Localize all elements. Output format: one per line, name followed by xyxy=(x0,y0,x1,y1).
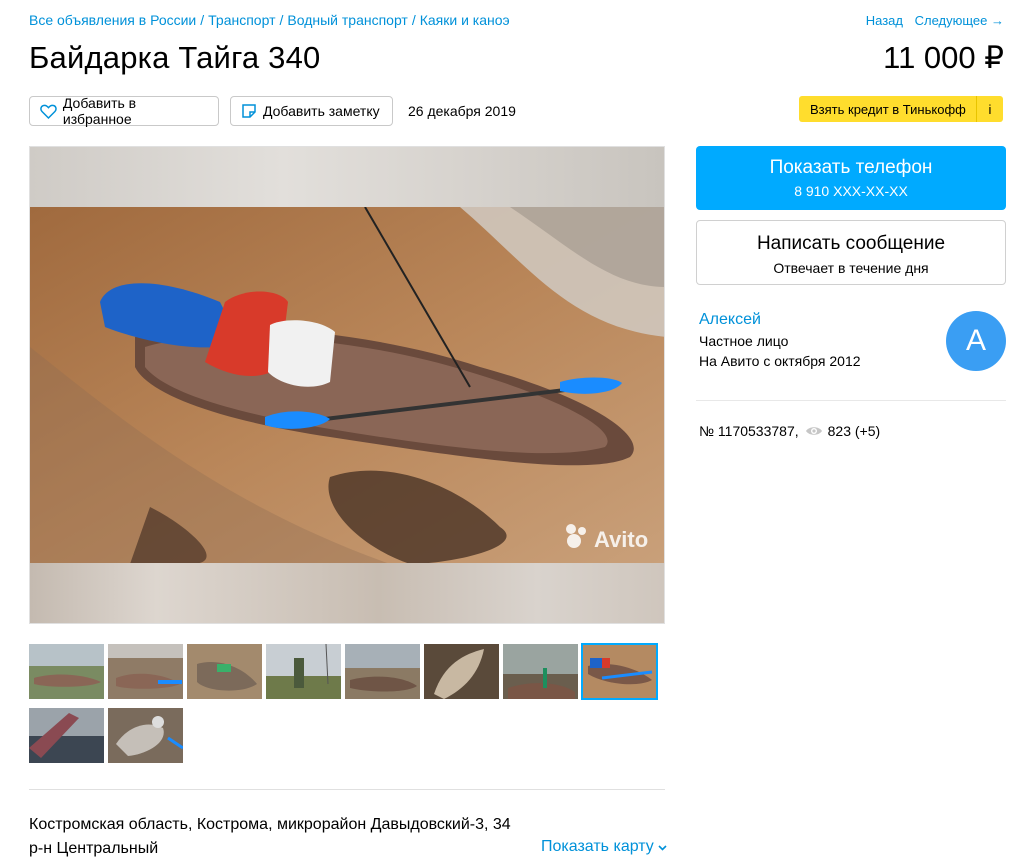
thumbnail-9[interactable] xyxy=(29,708,104,763)
seller-type: Частное лицо xyxy=(699,333,789,349)
gallery-blur-bottom xyxy=(30,563,664,623)
write-message-button[interactable]: Написать сообщение Отвечает в течение дн… xyxy=(696,220,1006,285)
breadcrumb-sep: / xyxy=(200,12,205,28)
gallery-blur-top xyxy=(30,147,664,207)
thumbnail-1[interactable] xyxy=(29,644,104,699)
add-note-label: Добавить заметку xyxy=(263,103,380,119)
show-map-link[interactable]: Показать карту xyxy=(541,838,667,856)
breadcrumb-item-water[interactable]: Водный транспорт xyxy=(287,12,407,28)
credit-banner[interactable]: Взять кредит в Тинькофф i xyxy=(799,96,1003,122)
listing-price: 11 000 ₽ xyxy=(883,40,1004,75)
breadcrumb: Все объявления в России / Транспорт / Водный… xyxy=(29,12,510,28)
seller-since: На Авито с октября 2012 xyxy=(699,353,861,369)
photo-gallery[interactable]: Avito xyxy=(29,146,665,624)
eye-icon xyxy=(805,427,822,435)
back-link[interactable]: Назад xyxy=(866,13,903,28)
view-count: 823 (+5) xyxy=(827,423,881,439)
thumbnail-10[interactable] xyxy=(108,708,183,763)
add-note-button[interactable]: Добавить заметку xyxy=(230,96,393,126)
write-message-label: Написать сообщение xyxy=(756,233,946,254)
thumbnail-8[interactable] xyxy=(581,643,658,700)
credit-label[interactable]: Взять кредит в Тинькофф xyxy=(799,96,976,122)
listing-date: 26 декабря 2019 xyxy=(408,103,516,119)
item-number: № 1170533787, xyxy=(699,423,799,439)
add-favorite-label: Добавить в избранное xyxy=(62,95,137,127)
add-favorite-button[interactable]: Добавить в избранное xyxy=(29,95,219,127)
next-link[interactable]: Следующее → xyxy=(915,13,1004,28)
section-divider xyxy=(29,789,665,790)
avatar[interactable]: А xyxy=(946,311,1006,371)
thumbnail-3[interactable] xyxy=(187,644,262,699)
page-title: Байдарка Тайга 340 xyxy=(29,40,321,75)
show-phone-label: Показать телефон xyxy=(769,157,933,178)
thumbnail-7[interactable] xyxy=(503,644,578,699)
heart-icon xyxy=(40,104,57,119)
breadcrumb-sep: / xyxy=(411,12,416,28)
thumbnail-5[interactable] xyxy=(345,644,420,699)
masked-phone: 8 910 XXX-XX-XX xyxy=(794,183,908,199)
location-address: Костромская область, Кострома, микрорайо… xyxy=(29,813,529,857)
breadcrumb-sep: / xyxy=(279,12,284,28)
chevron-down-icon xyxy=(658,845,667,851)
thumbnail-2[interactable] xyxy=(108,644,183,699)
breadcrumb-item-kayaks[interactable]: Каяки и каноэ xyxy=(420,12,510,28)
response-time: Отвечает в течение дня xyxy=(773,260,929,276)
info-icon[interactable]: i xyxy=(976,96,1003,122)
sidebar-divider xyxy=(696,400,1006,401)
show-phone-button[interactable]: Показать телефон 8 910 XXX-XX-XX xyxy=(696,146,1006,210)
show-map-label: Показать карту xyxy=(541,838,654,855)
listing-nav: Назад Следующее → xyxy=(858,13,1004,28)
main-photo[interactable]: Avito xyxy=(30,207,664,564)
breadcrumb-item-transport[interactable]: Транспорт xyxy=(208,12,275,28)
item-meta: № 1170533787, 823 (+5) xyxy=(699,423,880,439)
thumbnail-6[interactable] xyxy=(424,644,499,699)
address-line-1: Костромская область, Кострома, микрорайо… xyxy=(29,816,511,833)
note-icon xyxy=(242,104,256,118)
kayak-photo: Avito xyxy=(30,207,664,564)
svg-text:Avito: Avito xyxy=(594,527,648,552)
seller-name-link[interactable]: Алексей xyxy=(699,311,761,329)
address-line-2: р-н Центральный xyxy=(29,840,159,857)
thumbnail-4[interactable] xyxy=(266,644,341,699)
breadcrumb-item-all[interactable]: Все объявления в России xyxy=(29,12,196,28)
